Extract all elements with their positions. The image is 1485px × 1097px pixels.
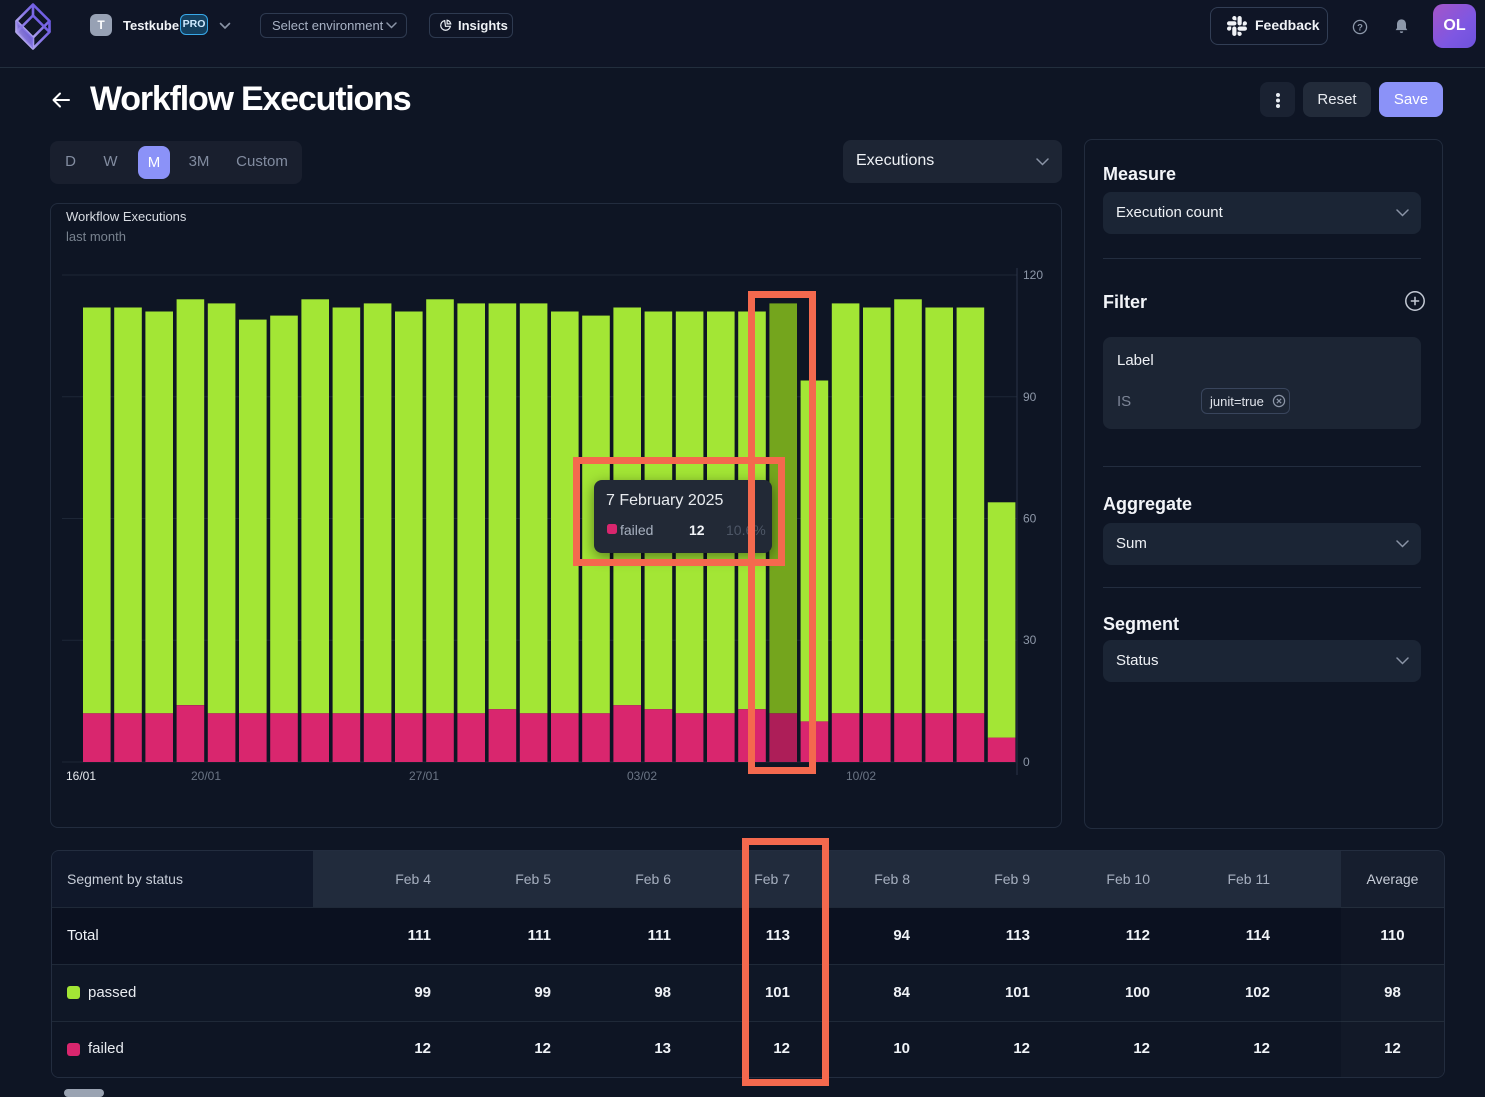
svg-text:16/01: 16/01 [66,769,96,783]
svg-text:27/01: 27/01 [409,769,439,783]
svg-text:10/02: 10/02 [846,769,876,783]
svg-text:?: ? [1357,22,1363,33]
svg-text:90: 90 [1023,390,1037,404]
svg-text:0: 0 [1023,755,1030,769]
svg-text:20/01: 20/01 [191,769,221,783]
svg-text:30: 30 [1023,633,1037,647]
svg-text:60: 60 [1023,512,1037,526]
svg-text:120: 120 [1023,268,1043,282]
svg-text:03/02: 03/02 [627,769,657,783]
